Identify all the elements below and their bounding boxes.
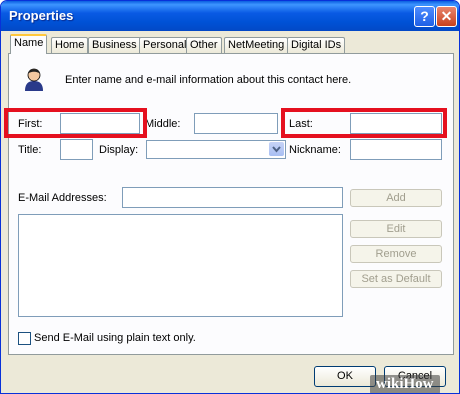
email-addresses-label: E-Mail Addresses: (18, 192, 107, 204)
tab-name[interactable]: Name (10, 34, 48, 54)
email-address-list[interactable] (18, 214, 343, 317)
intro-text: Enter name and e-mail information about … (65, 74, 352, 86)
title-label: Title: (18, 144, 42, 156)
tab-home[interactable]: Home (51, 37, 89, 53)
add-email-button[interactable]: Add (350, 189, 442, 207)
tab-digital-ids[interactable]: Digital IDs (287, 37, 346, 53)
nickname-label: Nickname: (289, 144, 341, 156)
tab-netmeeting[interactable]: NetMeeting (224, 37, 289, 53)
set-default-button[interactable]: Set as Default (350, 270, 442, 288)
plain-text-checkbox[interactable] (18, 332, 31, 345)
help-button[interactable]: ? (414, 6, 435, 27)
display-dropdown[interactable] (146, 140, 286, 159)
contact-person-icon (21, 65, 47, 91)
title-bar[interactable]: Properties ? ✕ (1, 1, 459, 31)
plain-text-label: Send E-Mail using plain text only. (34, 332, 196, 344)
email-address-field[interactable] (122, 187, 343, 208)
middle-label: Middle: (145, 118, 181, 130)
window-title: Properties (9, 8, 74, 23)
tab-business[interactable]: Business (88, 37, 141, 53)
middle-name-field[interactable] (194, 113, 278, 134)
close-button[interactable]: ✕ (436, 6, 457, 27)
nickname-field[interactable] (350, 139, 442, 160)
display-label: Display: (99, 144, 139, 156)
chevron-down-icon[interactable] (269, 142, 284, 156)
last-highlight-box (281, 108, 447, 138)
tab-personal[interactable]: Personal (139, 37, 191, 53)
wikihow-watermark: wikiHow (370, 375, 440, 393)
properties-dialog: Properties ? ✕ Name Home Business Person… (0, 0, 460, 394)
ok-button[interactable]: OK (314, 366, 376, 387)
edit-email-button[interactable]: Edit (350, 220, 442, 238)
tab-other[interactable]: Other (186, 37, 222, 53)
first-highlight-box (4, 108, 147, 138)
title-field[interactable] (60, 139, 93, 160)
remove-email-button[interactable]: Remove (350, 245, 442, 263)
